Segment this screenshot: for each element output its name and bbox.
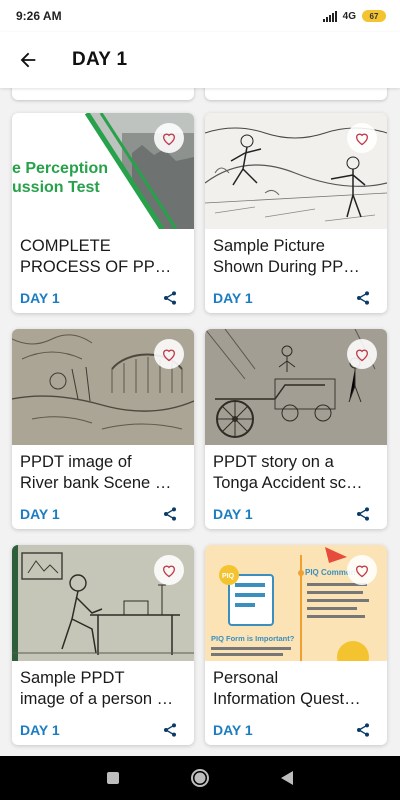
- share-button[interactable]: [353, 720, 373, 740]
- card-thumbnail: e Perception ussion Test: [12, 113, 194, 229]
- card-river-bank[interactable]: PPDT image of River bank Scene … DAY 1: [12, 329, 194, 529]
- heart-outline-icon: [162, 133, 176, 145]
- share-icon: [357, 507, 369, 521]
- share-button[interactable]: [160, 504, 180, 524]
- recents-square-icon: [107, 772, 120, 784]
- battery-icon: 67: [362, 10, 386, 22]
- system-back-button[interactable]: [273, 764, 301, 792]
- card-title-line: PPDT story on a: [213, 453, 334, 471]
- card-sample-picture[interactable]: Sample Picture Shown During PP… DAY 1: [205, 113, 387, 313]
- favorite-button[interactable]: [154, 555, 184, 585]
- recents-button[interactable]: [99, 764, 127, 792]
- card-personal-information[interactable]: PIQ PIQ Common PIQ Form is Important? Pe…: [205, 545, 387, 745]
- card-title-line: image of a person …: [20, 690, 174, 708]
- status-time: 9:26 AM: [16, 9, 62, 23]
- thumb-text-2: PIQ Form is Important?: [211, 634, 295, 643]
- battery-level: 67: [369, 11, 379, 21]
- card-title-line: PROCESS OF PP…: [20, 258, 172, 276]
- share-button[interactable]: [160, 720, 180, 740]
- card-title: Sample PPDT image of a person …: [12, 661, 194, 713]
- card-person-sketch[interactable]: Sample PPDT image of a person … DAY 1: [12, 545, 194, 745]
- card-title-line: Sample Picture: [213, 237, 325, 255]
- day-label[interactable]: DAY 1: [20, 290, 60, 306]
- card-title-line: Information Quest…: [213, 690, 361, 708]
- thumb-text-1: e Perception: [12, 160, 108, 177]
- back-arrow-icon: [20, 52, 36, 68]
- day-label[interactable]: DAY 1: [20, 506, 60, 522]
- share-button[interactable]: [353, 288, 373, 308]
- card-title: Personal Information Quest…: [205, 661, 387, 713]
- app-bar: DAY 1: [0, 32, 400, 88]
- card-title: Sample Picture Shown During PP…: [205, 229, 387, 281]
- back-button[interactable]: [0, 32, 56, 88]
- share-button[interactable]: [353, 504, 373, 524]
- system-nav-bar: [0, 756, 400, 800]
- card-title-line: Tonga Accident sc…: [213, 474, 363, 492]
- signal-icon: [322, 10, 337, 22]
- card-title-line: PPDT image of: [20, 453, 132, 471]
- card-grid: e Perception ussion Test COMPLETE PROCES…: [0, 88, 400, 756]
- card-title: COMPLETE PROCESS OF PP…: [12, 229, 194, 281]
- network-type: 4G: [342, 10, 356, 22]
- back-triangle-icon: [280, 771, 293, 785]
- favorite-button[interactable]: [347, 339, 377, 369]
- card-title-line: Sample PPDT: [20, 669, 125, 687]
- share-icon: [164, 507, 176, 521]
- day-label[interactable]: DAY 1: [213, 290, 253, 306]
- peek-card-left[interactable]: [12, 88, 194, 100]
- day-label[interactable]: DAY 1: [213, 722, 253, 738]
- card-title-line: COMPLETE: [20, 237, 111, 255]
- share-icon: [164, 291, 176, 305]
- card-title-line: Personal: [213, 669, 279, 687]
- day-label[interactable]: DAY 1: [213, 506, 253, 522]
- favorite-button[interactable]: [347, 555, 377, 585]
- card-footer: DAY 1: [12, 499, 194, 529]
- card-title-line: River bank Scene …: [20, 474, 172, 492]
- card-tonga-accident[interactable]: PPDT story on a Tonga Accident sc… DAY 1: [205, 329, 387, 529]
- share-icon: [164, 723, 176, 737]
- status-icons: 4G 67: [322, 10, 386, 22]
- heart-outline-icon: [162, 565, 176, 577]
- home-circle-icon: [190, 769, 209, 787]
- share-icon: [357, 291, 369, 305]
- favorite-button[interactable]: [154, 123, 184, 153]
- page-title: DAY 1: [72, 49, 128, 70]
- card-complete-process[interactable]: e Perception ussion Test COMPLETE PROCES…: [12, 113, 194, 313]
- card-footer: DAY 1: [205, 283, 387, 313]
- day-label[interactable]: DAY 1: [20, 722, 60, 738]
- heart-outline-icon: [162, 349, 176, 361]
- card-title: PPDT image of River bank Scene …: [12, 445, 194, 497]
- card-footer: DAY 1: [205, 715, 387, 745]
- card-thumbnail: [205, 329, 387, 445]
- card-title: PPDT story on a Tonga Accident sc…: [205, 445, 387, 497]
- share-icon: [357, 723, 369, 737]
- thumb-text-2: ussion Test: [12, 179, 100, 196]
- peek-card-right[interactable]: [205, 88, 387, 100]
- card-title-line: Shown During PP…: [213, 258, 360, 276]
- heart-outline-icon: [355, 565, 369, 577]
- heart-outline-icon: [355, 133, 369, 145]
- share-button[interactable]: [160, 288, 180, 308]
- favorite-button[interactable]: [347, 123, 377, 153]
- card-thumbnail: PIQ PIQ Common PIQ Form is Important?: [205, 545, 387, 661]
- previous-row-peek: [0, 88, 400, 102]
- status-bar: 9:26 AM 4G 67: [0, 0, 400, 32]
- thumb-text-3: PIQ: [222, 573, 235, 580]
- card-thumbnail: [12, 329, 194, 445]
- card-thumbnail: [12, 545, 194, 661]
- favorite-button[interactable]: [154, 339, 184, 369]
- home-button[interactable]: [186, 764, 214, 792]
- card-footer: DAY 1: [12, 715, 194, 745]
- card-footer: DAY 1: [12, 283, 194, 313]
- heart-outline-icon: [355, 349, 369, 361]
- card-footer: DAY 1: [205, 499, 387, 529]
- card-thumbnail: [205, 113, 387, 229]
